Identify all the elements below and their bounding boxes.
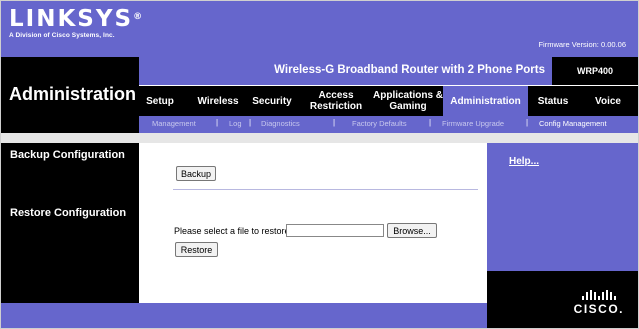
restore-button[interactable]: Restore [175,242,218,257]
help-link[interactable]: Help... [509,156,539,167]
logo-text: LINKSYS [9,6,134,32]
browse-button[interactable]: Browse... [387,223,437,238]
page-title: Administration [9,84,137,104]
product-bar: Wireless-G Broadband Router with 2 Phone… [139,57,638,86]
linksys-logo: LINKSYS® A Division of Cisco Systems, In… [9,7,142,39]
subtab-separator: | [216,118,219,127]
tab-applications-gaming[interactable]: Applications & Gaming [373,86,443,116]
tab-administration[interactable]: Administration [443,86,528,116]
subtab-separator: | [429,118,432,127]
model-number: WRP400 [552,57,638,85]
separator-strip [1,133,638,143]
subtab-separator: | [249,118,252,127]
subtab-factory-defaults[interactable]: Factory Defaults [352,119,407,128]
tab-status[interactable]: Status [530,86,576,116]
subtab-diagnostics[interactable]: Diagnostics [261,119,300,128]
subtab-management[interactable]: Management [152,119,196,128]
tab-wireless[interactable]: Wireless [189,86,247,116]
logo-subtitle: A Division of Cisco Systems, Inc. [9,32,115,39]
firmware-version: Firmware Version: 0.00.06 [538,40,626,49]
section-sidebar [1,143,139,303]
product-name: Wireless-G Broadband Router with 2 Phone… [274,64,545,76]
header-bar: LINKSYS® A Division of Cisco Systems, In… [1,1,638,57]
subtab-config-management[interactable]: Config Management [539,119,607,128]
cisco-wordmark: CISCO. [573,302,624,316]
tab-setup[interactable]: Setup [139,86,181,116]
footer-bar [1,303,487,328]
subtab-separator: | [526,118,529,127]
registered-mark: ® [133,12,143,22]
subtab-log[interactable]: Log [229,119,242,128]
restore-file-field[interactable] [286,224,384,237]
tab-security[interactable]: Security [247,86,297,116]
tab-access-restriction[interactable]: Access Restriction [305,86,367,116]
router-admin-page: LINKSYS® A Division of Cisco Systems, In… [0,0,639,329]
cisco-logo: CISCO. [574,290,624,316]
main-tabs: Setup Wireless Security Access Restricti… [139,86,638,116]
restore-file-label: Please select a file to restore : [174,226,295,236]
tab-voice[interactable]: Voice [586,86,630,116]
section-title-backup: Backup Configuration [10,149,125,161]
cisco-bars-icon [574,290,624,300]
backup-button[interactable]: Backup [176,166,216,181]
section-title-restore: Restore Configuration [10,207,127,219]
sub-tabs: Management | Log | Diagnostics | Factory… [139,116,638,133]
section-divider [173,189,478,190]
subtab-separator: | [333,118,336,127]
subtab-firmware-upgrade[interactable]: Firmware Upgrade [442,119,504,128]
